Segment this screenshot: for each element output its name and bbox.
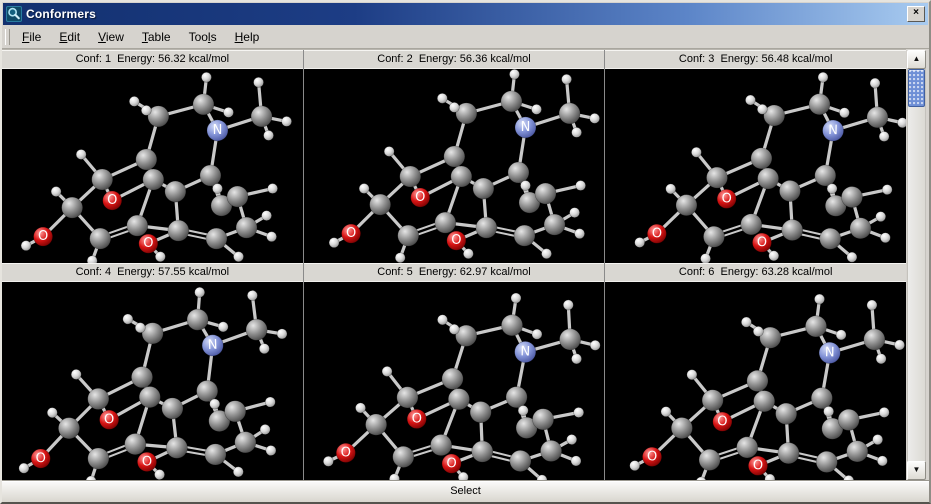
svg-text:O: O (446, 456, 457, 471)
menu-item-view[interactable]: View (89, 27, 133, 47)
svg-text:O: O (346, 226, 356, 241)
menu-item-file[interactable]: File (13, 27, 50, 47)
svg-text:N: N (828, 123, 838, 138)
menubar-grip-handle[interactable] (5, 29, 10, 45)
scrollbar-thumb[interactable] (908, 69, 925, 107)
svg-text:O: O (104, 412, 115, 427)
window-title: Conformers (26, 7, 96, 21)
menu-item-tools[interactable]: Tools (180, 27, 226, 47)
conformer-header-4: Conf: 4 Energy: 57.55 kcal/mol (2, 263, 303, 282)
svg-text:O: O (142, 454, 153, 469)
conformer-header-1: Conf: 1 Energy: 56.32 kcal/mol (2, 50, 303, 69)
svg-text:O: O (107, 193, 117, 208)
svg-text:O: O (340, 445, 351, 460)
menu-bar: FileEditViewTableToolsHelp (2, 25, 929, 49)
conformer-panel-3: Conf: 3 Energy: 56.48 kcal/mol N O O O (605, 50, 906, 263)
svg-text:N: N (520, 344, 530, 359)
svg-text:O: O (415, 190, 425, 205)
title-bar[interactable]: Conformers × (3, 3, 928, 25)
menu-item-help[interactable]: Help (226, 27, 269, 47)
svg-text:O: O (717, 414, 728, 429)
svg-text:O: O (647, 449, 658, 464)
conformer-panel-6: Conf: 6 Energy: 63.28 kcal/mol N O O O (605, 263, 906, 480)
conformer-view-6[interactable]: N O O O (605, 282, 906, 480)
molecule-render-5: N O O O (304, 282, 605, 480)
conformer-view-5[interactable]: N O O O (304, 282, 605, 480)
conformer-panel-1: Conf: 1 Energy: 56.32 kcal/mol N O O O (2, 50, 303, 263)
conformers-window: Conformers × FileEditViewTableToolsHelp … (0, 0, 931, 504)
molecule-render-4: N O O O (2, 282, 303, 480)
conformer-header-5: Conf: 5 Energy: 62.97 kcal/mol (304, 263, 605, 282)
svg-text:O: O (411, 411, 422, 426)
svg-text:O: O (652, 226, 663, 241)
conformer-panel-5: Conf: 5 Energy: 62.97 kcal/mol N O O O (304, 263, 605, 480)
svg-text:O: O (38, 229, 48, 244)
scrollbar-track[interactable] (907, 69, 926, 461)
status-bar: Select (2, 480, 929, 503)
magnifier-app-icon (6, 6, 22, 22)
conformer-header-6: Conf: 6 Energy: 63.28 kcal/mol (605, 263, 906, 282)
svg-text:O: O (757, 235, 768, 250)
conformer-view-2[interactable]: N O O O (304, 69, 605, 263)
vertical-scrollbar[interactable]: ▲ ▼ (907, 50, 926, 480)
svg-text:N: N (520, 120, 530, 135)
menu-item-edit[interactable]: Edit (50, 27, 89, 47)
svg-text:O: O (753, 458, 764, 473)
conformer-grid: Conf: 1 Energy: 56.32 kcal/molNOOOConf: … (2, 49, 906, 480)
molecule-render-1: N O O O (2, 69, 303, 263)
close-button[interactable]: × (907, 6, 925, 22)
svg-text:N: N (213, 123, 223, 138)
svg-text:O: O (722, 191, 733, 206)
conformer-view-3[interactable]: N O O O (605, 69, 906, 263)
molecule-render-3: N O O O (605, 69, 906, 263)
svg-text:O: O (451, 233, 461, 248)
scroll-up-button[interactable]: ▲ (907, 50, 926, 69)
svg-text:N: N (825, 345, 835, 360)
svg-text:O: O (143, 236, 153, 251)
conformer-view-1[interactable]: N O O O (2, 69, 303, 263)
molecule-render-2: N O O O (304, 69, 605, 263)
scroll-down-button[interactable]: ▼ (907, 461, 926, 480)
main-area: Conf: 1 Energy: 56.32 kcal/molNOOOConf: … (2, 49, 929, 480)
svg-text:N: N (208, 338, 218, 353)
menu-item-table[interactable]: Table (133, 27, 180, 47)
conformer-header-3: Conf: 3 Energy: 56.48 kcal/mol (605, 50, 906, 69)
conformer-header-2: Conf: 2 Energy: 56.36 kcal/mol (304, 50, 605, 69)
svg-text:O: O (35, 451, 46, 466)
molecule-render-6: N O O O (605, 282, 906, 480)
conformer-view-4[interactable]: N O O O (2, 282, 303, 480)
conformer-panel-4: Conf: 4 Energy: 57.55 kcal/mol N O O O (2, 263, 303, 480)
conformer-panel-2: Conf: 2 Energy: 56.36 kcal/mol N O O O (304, 50, 605, 263)
